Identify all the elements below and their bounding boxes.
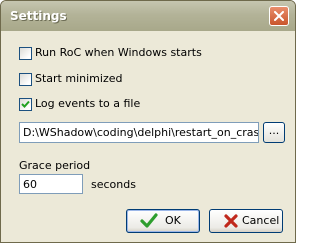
start-minimized-label[interactable]: Start minimized: [35, 72, 122, 85]
grace-period-input[interactable]: 60: [19, 174, 83, 194]
ok-button-label: OK: [165, 214, 181, 227]
log-events-label[interactable]: Log events to a file: [35, 97, 140, 110]
log-events-option[interactable]: Log events to a file: [19, 97, 159, 113]
cancel-button-label: Cancel: [242, 214, 280, 227]
log-file-path-value: D:\WShadow\coding\delphi\restart_on_cras…: [23, 126, 259, 139]
cancel-button[interactable]: Cancel: [209, 209, 283, 233]
log-events-checkbox[interactable]: [19, 98, 32, 111]
settings-dialog: Settings Run RoC when Windows starts Sta…: [0, 0, 296, 243]
grace-period-value: 60: [23, 178, 37, 191]
run-on-startup-option[interactable]: Run RoC when Windows starts: [19, 46, 219, 62]
close-button[interactable]: [269, 6, 289, 26]
run-on-startup-checkbox[interactable]: [19, 47, 32, 60]
log-file-path-input[interactable]: D:\WShadow\coding\delphi\restart_on_cras…: [19, 122, 259, 143]
browse-button[interactable]: ...: [263, 122, 285, 143]
checkmark-icon: [21, 100, 30, 108]
title-bar[interactable]: Settings: [1, 1, 295, 31]
seconds-unit-label: seconds: [91, 178, 136, 191]
checkmark-icon: [140, 213, 158, 228]
run-on-startup-label[interactable]: Run RoC when Windows starts: [35, 46, 202, 59]
close-icon: [274, 11, 284, 21]
x-icon: [224, 214, 238, 228]
grace-period-label: Grace period: [19, 159, 91, 172]
start-minimized-option[interactable]: Start minimized: [19, 72, 139, 88]
ok-button[interactable]: OK: [126, 209, 200, 233]
window-title: Settings: [10, 9, 67, 23]
start-minimized-checkbox[interactable]: [19, 73, 32, 86]
